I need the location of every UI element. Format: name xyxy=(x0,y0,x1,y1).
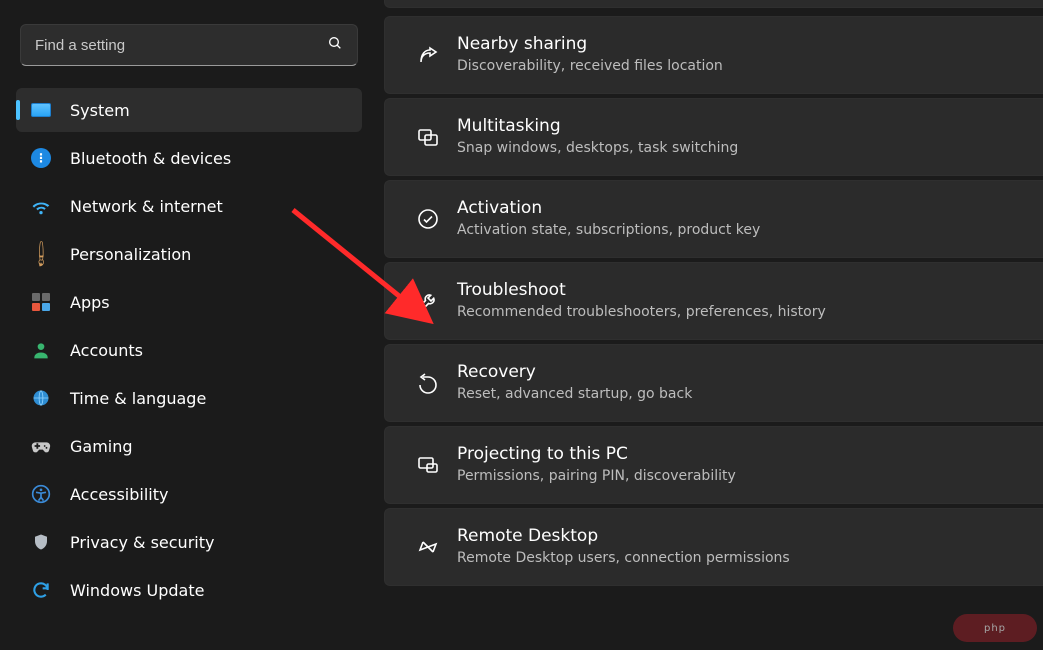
apps-icon xyxy=(30,291,52,313)
check-circle-icon xyxy=(407,207,449,231)
windows-icon xyxy=(407,125,449,149)
sidebar-item-gaming[interactable]: Gaming xyxy=(16,424,362,468)
wrench-icon xyxy=(407,289,449,313)
card-recovery[interactable]: Recovery Reset, advanced startup, go bac… xyxy=(384,344,1043,422)
main-content: Nearby sharing Discoverability, received… xyxy=(380,0,1043,650)
card-remote-desktop[interactable]: Remote Desktop Remote Desktop users, con… xyxy=(384,508,1043,586)
card-title: Recovery xyxy=(457,362,692,383)
card-projecting[interactable]: Projecting to this PC Permissions, pairi… xyxy=(384,426,1043,504)
card-desc: Remote Desktop users, connection permiss… xyxy=(457,549,790,568)
remote-icon xyxy=(407,535,449,559)
recovery-icon xyxy=(407,371,449,395)
update-icon xyxy=(30,579,52,601)
card-troubleshoot[interactable]: Troubleshoot Recommended troubleshooters… xyxy=(384,262,1043,340)
settings-app: System ⋮ Bluetooth & devices Network & i… xyxy=(0,0,1043,650)
sidebar-item-apps[interactable]: Apps xyxy=(16,280,362,324)
sidebar-item-privacy-security[interactable]: Privacy & security xyxy=(16,520,362,564)
sidebar-item-label: Time & language xyxy=(70,389,206,408)
sidebar-item-label: System xyxy=(70,101,130,120)
card-title: Activation xyxy=(457,198,760,219)
system-icon xyxy=(30,99,52,121)
card-desc: Reset, advanced startup, go back xyxy=(457,385,692,404)
settings-card-list: Nearby sharing Discoverability, received… xyxy=(384,0,1043,586)
gamepad-icon xyxy=(30,435,52,457)
sidebar-item-accounts[interactable]: Accounts xyxy=(16,328,362,372)
card-desc: Permissions, pairing PIN, discoverabilit… xyxy=(457,467,736,486)
paintbrush-icon: 🖌 xyxy=(25,238,56,269)
sidebar-item-system[interactable]: System xyxy=(16,88,362,132)
wifi-icon xyxy=(30,195,52,217)
sidebar-item-label: Apps xyxy=(70,293,110,312)
sidebar-item-label: Windows Update xyxy=(70,581,204,600)
sidebar: System ⋮ Bluetooth & devices Network & i… xyxy=(0,0,380,650)
accessibility-icon xyxy=(30,483,52,505)
search-input[interactable] xyxy=(35,37,319,54)
bluetooth-icon: ⋮ xyxy=(30,147,52,169)
project-icon xyxy=(407,453,449,477)
sidebar-item-personalization[interactable]: 🖌 Personalization xyxy=(16,232,362,276)
sidebar-nav: System ⋮ Bluetooth & devices Network & i… xyxy=(10,84,368,616)
sidebar-item-label: Bluetooth & devices xyxy=(70,149,231,168)
watermark-text: php xyxy=(984,623,1006,634)
search-icon xyxy=(327,35,343,55)
sidebar-item-bluetooth[interactable]: ⋮ Bluetooth & devices xyxy=(16,136,362,180)
sidebar-item-windows-update[interactable]: Windows Update xyxy=(16,568,362,612)
card-title: Nearby sharing xyxy=(457,34,723,55)
watermark: php xyxy=(953,614,1037,642)
card-desc: Activation state, subscriptions, product… xyxy=(457,221,760,240)
sidebar-item-label: Accessibility xyxy=(70,485,168,504)
share-icon xyxy=(407,43,449,67)
person-icon xyxy=(30,339,52,361)
card-activation[interactable]: Activation Activation state, subscriptio… xyxy=(384,180,1043,258)
search-field[interactable] xyxy=(20,24,358,66)
sidebar-item-network[interactable]: Network & internet xyxy=(16,184,362,228)
card-desc: Discoverability, received files location xyxy=(457,57,723,76)
sidebar-item-label: Gaming xyxy=(70,437,133,456)
card-desc: Recommended troubleshooters, preferences… xyxy=(457,303,826,322)
card-nearby-sharing[interactable]: Nearby sharing Discoverability, received… xyxy=(384,16,1043,94)
sidebar-item-label: Personalization xyxy=(70,245,191,264)
card-title: Remote Desktop xyxy=(457,526,790,547)
search-wrap xyxy=(10,14,368,84)
card-title: Multitasking xyxy=(457,116,738,137)
sidebar-item-accessibility[interactable]: Accessibility xyxy=(16,472,362,516)
sidebar-item-label: Accounts xyxy=(70,341,143,360)
card-desc: Snap windows, desktops, task switching xyxy=(457,139,738,158)
card-title: Troubleshoot xyxy=(457,280,826,301)
globe-clock-icon xyxy=(30,387,52,409)
sidebar-item-time-language[interactable]: Time & language xyxy=(16,376,362,420)
sidebar-item-label: Network & internet xyxy=(70,197,223,216)
sidebar-item-label: Privacy & security xyxy=(70,533,214,552)
card-peek-top xyxy=(384,0,1043,8)
shield-icon xyxy=(30,531,52,553)
card-title: Projecting to this PC xyxy=(457,444,736,465)
card-multitasking[interactable]: Multitasking Snap windows, desktops, tas… xyxy=(384,98,1043,176)
